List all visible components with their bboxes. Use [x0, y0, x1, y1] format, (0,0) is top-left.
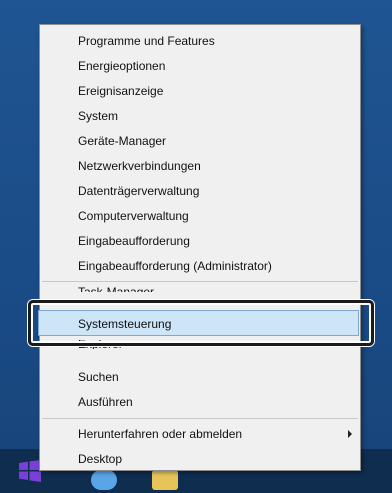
- menu-item-system[interactable]: System: [78, 108, 118, 124]
- menu-item-systemsteuerung-highlighted[interactable]: Systemsteuerung: [38, 310, 359, 336]
- menu-item-task-manager[interactable]: Task-Manager: [78, 284, 154, 292]
- menu-item-datentraegerverwaltung[interactable]: Datenträgerverwaltung: [78, 183, 199, 199]
- menu-item-computerverwaltung[interactable]: Computerverwaltung: [78, 208, 189, 224]
- menu-item-eingabeaufforderung[interactable]: Eingabeaufforderung: [78, 233, 190, 249]
- menu-item-desktop[interactable]: Desktop: [78, 451, 122, 467]
- menu-item-ereignisanzeige[interactable]: Ereignisanzeige: [78, 83, 163, 99]
- explorer-icon[interactable]: [152, 470, 178, 490]
- menu-item-energieoptionen[interactable]: Energieoptionen: [78, 58, 165, 74]
- menu-item-geraete-manager[interactable]: Geräte-Manager: [78, 133, 166, 149]
- menu-item-programme-und-features[interactable]: Programme und Features: [78, 33, 215, 49]
- menu-separator: [42, 281, 358, 282]
- submenu-arrow-icon: [348, 430, 352, 438]
- menu-item-systemsteuerung: Systemsteuerung: [78, 317, 172, 331]
- winx-context-menu: Programme und Features Energieoptionen E…: [39, 24, 361, 471]
- menu-item-netzwerkverbindungen[interactable]: Netzwerkverbindungen: [78, 158, 201, 174]
- menu-item-eingabeaufforderung-admin[interactable]: Eingabeaufforderung (Administrator): [78, 258, 272, 274]
- menu-item-herunterfahren[interactable]: Herunterfahren oder abmelden: [78, 426, 242, 442]
- menu-separator: [42, 418, 358, 419]
- menu-item-suchen[interactable]: Suchen: [78, 369, 119, 385]
- ie-icon[interactable]: [91, 470, 117, 490]
- menu-item-ausfuehren[interactable]: Ausführen: [78, 394, 133, 410]
